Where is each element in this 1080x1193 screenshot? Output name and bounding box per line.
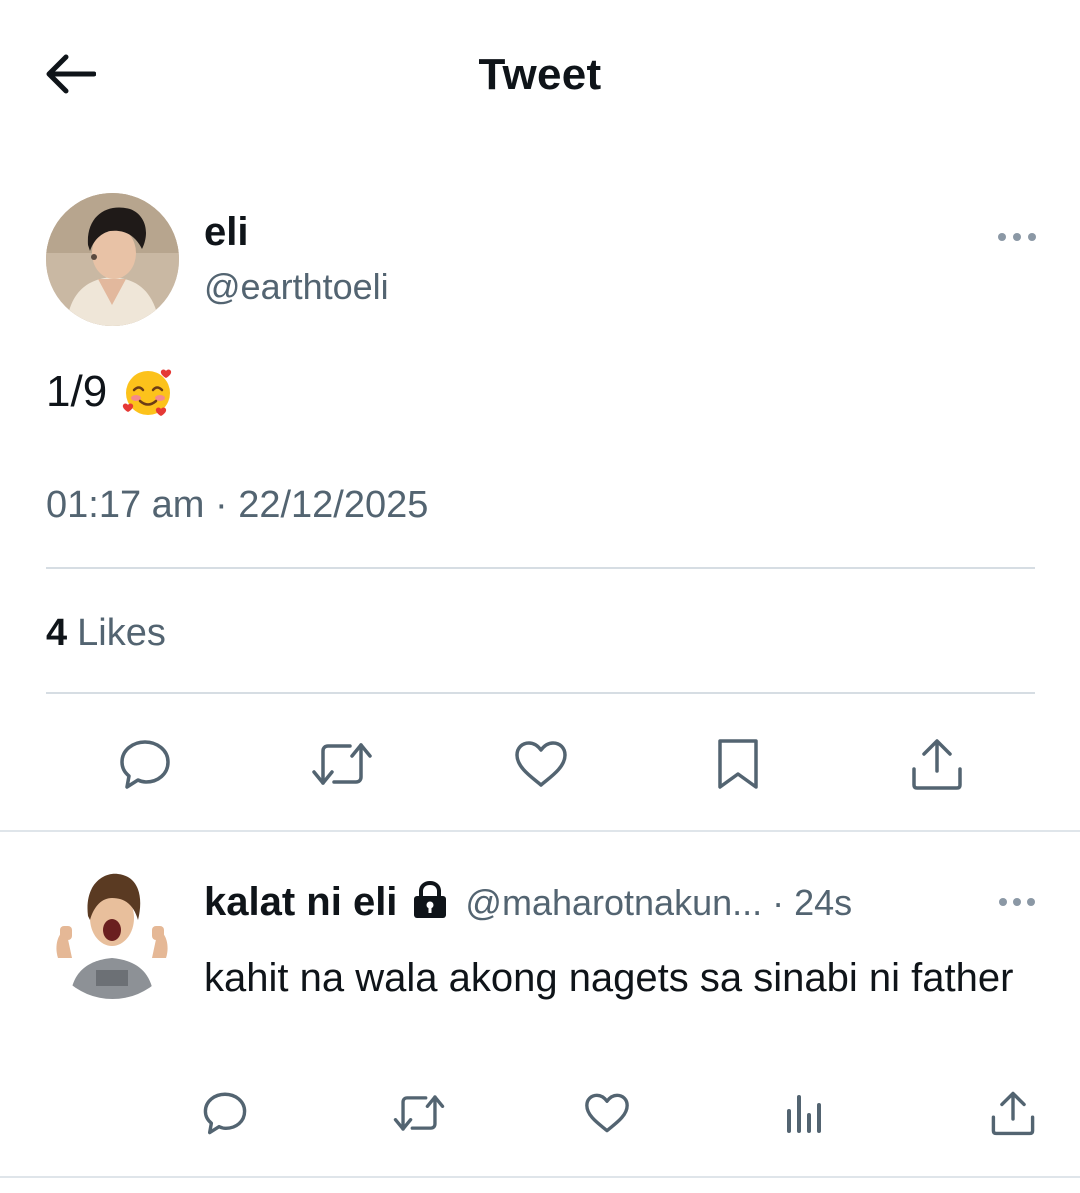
avatar[interactable] — [46, 193, 179, 326]
tweet-timestamp: 01:17 am · 22/12/2025 — [46, 484, 429, 526]
reply-text: kahit na wala akong nagets sa sinabi ni … — [204, 956, 1014, 1000]
dot — [1013, 898, 1021, 906]
dot — [999, 898, 1007, 906]
likes-label: Likes — [77, 612, 166, 654]
share-icon — [991, 1091, 1035, 1136]
reply-reply-button[interactable] — [198, 1088, 252, 1138]
reply-share-button[interactable] — [986, 1088, 1040, 1138]
bookmark-button[interactable] — [710, 736, 766, 792]
divider — [46, 692, 1035, 694]
dot — [1028, 233, 1036, 241]
like-icon — [515, 741, 567, 787]
views-icon — [787, 1095, 821, 1133]
retweet-icon — [393, 1095, 445, 1131]
reply-time: · 24s — [772, 881, 853, 923]
avatar-photo — [46, 193, 179, 326]
reply-retweet-button[interactable] — [390, 1088, 448, 1138]
avatar-photo — [46, 866, 178, 999]
share-icon — [912, 739, 962, 790]
divider — [46, 567, 1035, 569]
share-button[interactable] — [906, 736, 968, 792]
dot — [998, 233, 1006, 241]
reply-icon — [120, 740, 170, 789]
likes-count: 4 — [46, 612, 68, 654]
reply-avatar[interactable] — [46, 866, 179, 999]
dot — [1013, 233, 1021, 241]
like-button[interactable] — [510, 736, 572, 792]
reply-author-name[interactable]: kalat ni eli — [204, 880, 397, 925]
reply-views-button[interactable] — [780, 1088, 828, 1138]
more-options-icon[interactable] — [994, 222, 1040, 252]
likes-summary[interactable]: 4 Likes — [46, 612, 166, 655]
author-name[interactable]: eli — [204, 210, 248, 255]
reply-author-handle[interactable]: @maharotnakun... — [465, 882, 762, 924]
section-divider — [0, 1176, 1080, 1178]
section-divider — [0, 830, 1080, 832]
dot — [1027, 898, 1035, 906]
retweet-button[interactable] — [309, 736, 375, 792]
smiling-face-with-hearts-icon — [121, 365, 175, 419]
more-options-icon[interactable] — [996, 888, 1038, 916]
reply-like-button[interactable] — [580, 1088, 634, 1138]
reply-button[interactable] — [114, 736, 176, 792]
reply-icon — [203, 1092, 247, 1135]
page-title: Tweet — [478, 50, 602, 99]
like-icon — [585, 1093, 629, 1133]
retweet-icon — [312, 743, 372, 785]
tweet-text: 1/9 — [46, 365, 175, 419]
reply-header: kalat ni eli @maharotnakun... · 24s — [204, 880, 852, 925]
author-handle[interactable]: @earthtoeli — [204, 266, 389, 308]
bookmark-icon — [718, 739, 758, 789]
tweet-detail-page: Tweet eli @earthtoeli 1/9 01:17 am · 22/… — [0, 0, 1080, 1193]
top-bar: Tweet — [0, 0, 1080, 150]
lock-icon — [411, 880, 449, 925]
tweet-text-content: 1/9 — [46, 367, 108, 416]
